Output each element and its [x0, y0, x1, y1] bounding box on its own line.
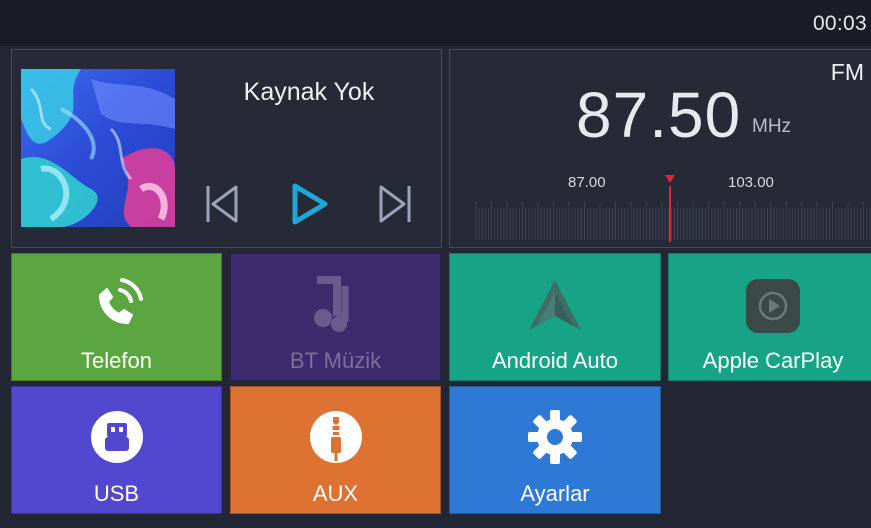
- previous-button[interactable]: [197, 176, 247, 232]
- carplay-tile[interactable]: Apple CarPlay: [668, 253, 871, 381]
- android-auto-icon: [529, 280, 581, 330]
- home-screen: 00:03 Kaynak Yok FM 87.50 MHz 87.00 103.…: [0, 0, 871, 528]
- clock: 00:03: [812, 12, 867, 35]
- aux-icon: [309, 411, 362, 463]
- carplay-tile-label: Apple CarPlay: [702, 348, 844, 373]
- settings-tile-label: Ayarlar: [520, 481, 590, 506]
- tuner-marker-arrow: [665, 175, 675, 183]
- android-auto-tile[interactable]: Android Auto: [449, 253, 661, 381]
- phone-tile[interactable]: Telefon: [11, 253, 222, 381]
- tuner-scale[interactable]: [472, 170, 871, 245]
- usb-tile-label: USB: [93, 481, 140, 506]
- android-auto-tile-label: Android Auto: [492, 348, 618, 373]
- gear-icon: [528, 410, 582, 464]
- play-icon: [292, 183, 328, 225]
- skip-previous-icon: [206, 185, 238, 223]
- phone-tile-label: Telefon: [81, 348, 152, 373]
- play-button[interactable]: [284, 176, 334, 232]
- phone-icon: [98, 278, 143, 324]
- aux-tile[interactable]: AUX: [230, 386, 441, 514]
- usb-tile[interactable]: USB: [11, 386, 222, 514]
- carplay-icon: [746, 279, 800, 333]
- status-bar: 00:03: [0, 0, 871, 46]
- media-widget[interactable]: Kaynak Yok: [11, 49, 442, 248]
- media-source-title: Kaynak Yok: [243, 78, 375, 106]
- usb-icon: [90, 411, 143, 463]
- settings-tile[interactable]: Ayarlar: [449, 386, 661, 514]
- bt-music-tile-label: BT Müzik: [289, 348, 382, 373]
- radio-widget[interactable]: FM 87.50 MHz 87.00 103.00: [449, 49, 871, 248]
- frequency-unit: MHz: [752, 116, 792, 137]
- album-art-image: [21, 69, 175, 227]
- bluetooth-music-icon: [313, 276, 348, 332]
- aux-tile-label: AUX: [312, 481, 359, 506]
- next-button[interactable]: [370, 176, 420, 232]
- bt-music-tile[interactable]: BT Müzik: [230, 253, 441, 381]
- radio-frequency: 87.50: [576, 79, 742, 151]
- skip-next-icon: [379, 185, 411, 223]
- radio-band: FM: [830, 59, 864, 85]
- album-art: [21, 69, 175, 227]
